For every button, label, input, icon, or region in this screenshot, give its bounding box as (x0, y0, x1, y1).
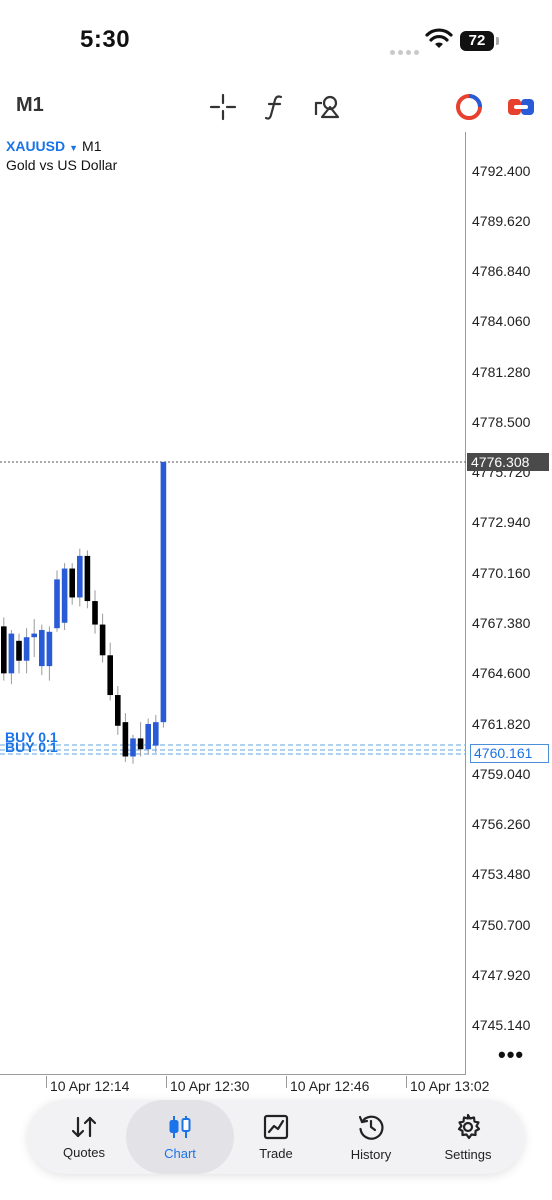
candle-bear (92, 601, 98, 625)
time-axis-tick: 10 Apr 12:14 (50, 1078, 130, 1094)
time-axis-mark (406, 1076, 407, 1088)
candle-bear (1, 626, 7, 674)
candle-bull (145, 723, 151, 750)
candle-bull (46, 631, 53, 667)
nav-label: History (350, 1146, 392, 1162)
time-axis-mark (286, 1076, 287, 1088)
candle-bear (84, 555, 91, 602)
nav-history[interactable]: History (323, 1100, 419, 1174)
price-axis-tick: 4778.500 (472, 414, 531, 430)
candle-bull (77, 555, 83, 598)
candle-bull (61, 568, 68, 623)
price-axis-tick: 4784.060 (472, 313, 531, 329)
price-axis-tick: 4747.920 (472, 967, 531, 983)
candle-bull (23, 637, 30, 661)
price-axis-tick: 4767.380 (472, 615, 531, 631)
time-axis-tick: 10 Apr 13:02 (410, 1078, 490, 1094)
candle-bull (54, 579, 60, 629)
candle-bear (16, 640, 22, 661)
price-axis-tick: 4792.400 (472, 163, 531, 179)
candle-bear (99, 624, 106, 656)
nav-label: Quotes (63, 1144, 105, 1160)
price-axis-tick: 4781.280 (472, 364, 531, 380)
time-axis-tick: 10 Apr 12:46 (290, 1078, 370, 1094)
current-price-tag: 4776.308 (467, 453, 549, 471)
quotes-icon (71, 1116, 97, 1137)
candle-bull (31, 633, 37, 638)
nav-label: Chart (164, 1145, 196, 1161)
price-axis-tick: 4764.600 (472, 665, 531, 681)
candle-bear (107, 655, 113, 696)
settings-icon (457, 1113, 481, 1139)
candle-bear (115, 695, 121, 726)
buy-price-tag: 4760.161 (470, 744, 549, 763)
price-axis-tick: 4786.840 (472, 263, 531, 279)
more-icon[interactable]: ••• (498, 1042, 524, 1068)
history-icon (358, 1115, 384, 1140)
price-axis-tick: 4756.260 (472, 816, 531, 832)
price-axis-tick: 4750.700 (472, 917, 531, 933)
buy-order-label[interactable]: BUY 0.1 (5, 739, 58, 755)
bottom-navigation: Quotes Chart Trade History Settings (28, 1100, 524, 1174)
time-axis-tick: 10 Apr 12:30 (170, 1078, 250, 1094)
candle-bull (8, 633, 15, 674)
nav-label: Trade (259, 1145, 293, 1161)
nav-settings[interactable]: Settings (420, 1100, 516, 1174)
candle-bull (39, 629, 45, 667)
candle-bear (69, 568, 75, 598)
time-axis-mark (46, 1076, 47, 1088)
chart-icon (169, 1115, 191, 1138)
candle-bear (137, 738, 144, 750)
time-axis-mark (166, 1076, 167, 1088)
nav-quotes[interactable]: Quotes (36, 1100, 132, 1174)
nav-label: Settings (444, 1146, 492, 1162)
candle-bull (160, 461, 167, 723)
nav-trade[interactable]: Trade (228, 1100, 324, 1174)
price-axis-tick: 4745.140 (472, 1017, 531, 1033)
price-chart (0, 461, 466, 764)
nav-chart[interactable]: Chart (126, 1100, 234, 1174)
price-axis-tick: 4772.940 (472, 514, 531, 530)
price-axis-tick: 4753.480 (472, 866, 531, 882)
candle-bull (153, 722, 159, 746)
candle-bear (122, 722, 129, 757)
candle-bull (130, 738, 136, 757)
price-axis-tick: 4761.820 (472, 716, 531, 732)
trade-icon (263, 1114, 289, 1139)
price-axis-tick: 4770.160 (472, 565, 531, 581)
price-axis-tick: 4759.040 (472, 766, 531, 782)
price-axis-tick: 4789.620 (472, 213, 531, 229)
